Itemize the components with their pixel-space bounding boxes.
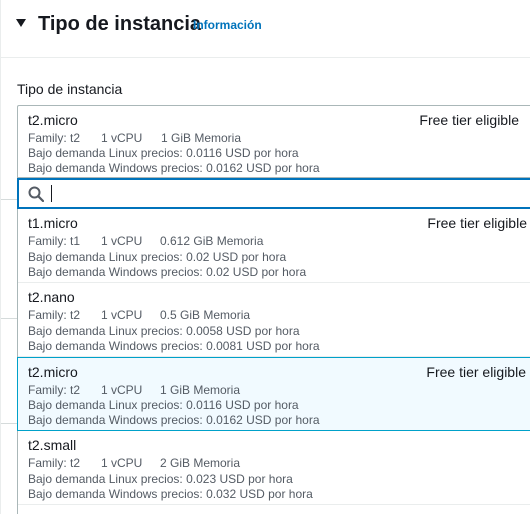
vcpu-text: 1 vCPU <box>101 131 143 145</box>
vcpu-text: 1 vCPU <box>101 383 143 397</box>
windows-price: Bajo demanda Windows precios: 0.032 USD … <box>28 487 313 501</box>
linux-price: Bajo demanda Linux precios: 0.02 USD por… <box>28 250 287 264</box>
linux-price: Bajo demanda Linux precios: 0.0058 USD p… <box>28 324 300 338</box>
memory-text: 0.612 GiB Memoria <box>160 234 264 248</box>
free-tier-label: Free tier eligible <box>426 364 526 380</box>
section-title[interactable]: Tipo de instancia <box>38 11 201 37</box>
instance-specs: Family: t2 1 vCPU 1 GiB Memoria <box>28 131 241 145</box>
option-name: t2.micro <box>28 364 78 380</box>
vcpu-text: 1 vCPU <box>101 234 143 248</box>
family-text: Family: t2 <box>28 383 81 397</box>
instance-type-panel: Tipo de instancia Información Tipo de in… <box>0 0 530 514</box>
divider <box>1 199 17 200</box>
instance-specs: Family: t1 1 vCPU 0.612 GiB Memoria <box>28 234 263 248</box>
selected-name: t2.micro <box>28 112 78 128</box>
family-text: Family: t2 <box>28 456 81 470</box>
option-name: t2.small <box>28 437 77 453</box>
windows-price: Bajo demanda Windows precios: 0.02 USD p… <box>28 265 307 279</box>
divider <box>1 318 17 319</box>
instance-specs: Family: t2 1 vCPU 2 GiB Memoria <box>28 456 240 470</box>
list-item-selected[interactable]: t2.micro Free tier eligible Family: t2 1 … <box>17 357 530 431</box>
instance-specs: Family: t2 1 vCPU 0.5 GiB Memoria <box>28 308 250 322</box>
list-item[interactable]: t1.micro Free tier eligible Family: t1 1 … <box>18 209 530 283</box>
memory-text: 0.5 GiB Memoria <box>160 308 251 322</box>
section-header: Tipo de instancia Información <box>1 0 530 58</box>
family-text: Family: t1 <box>28 234 81 248</box>
divider <box>1 423 17 424</box>
family-text: Family: t2 <box>28 308 81 322</box>
option-name: t2.nano <box>28 289 75 305</box>
windows-price: Bajo demanda Windows precios: 0.0162 USD… <box>28 161 320 175</box>
windows-price: Bajo demanda Windows precios: 0.0162 USD… <box>28 413 320 427</box>
list-item[interactable]: t2.small Family: t2 1 vCPU 2 GiB Memoria B… <box>18 431 530 505</box>
field-label: Tipo de instancia <box>17 81 123 97</box>
caret-down-icon[interactable] <box>16 19 26 27</box>
instance-type-select[interactable]: t2.micro Free tier eligible Family: t2 1 … <box>17 105 530 178</box>
info-link[interactable]: Información <box>193 18 262 32</box>
instance-specs: Family: t2 1 vCPU 1 GiB Memoria <box>28 383 240 397</box>
text-cursor <box>51 185 52 202</box>
memory-text: 1 GiB Memoria <box>161 131 242 145</box>
memory-text: 1 GiB Memoria <box>160 383 241 397</box>
memory-text: 2 GiB Memoria <box>160 456 241 470</box>
linux-price: Bajo demanda Linux precios: 0.0116 USD p… <box>28 146 299 160</box>
list-item[interactable]: t2.nano Family: t2 1 vCPU 0.5 GiB Memoria … <box>18 283 530 357</box>
vcpu-text: 1 vCPU <box>101 456 143 470</box>
vcpu-text: 1 vCPU <box>101 308 143 322</box>
linux-price: Bajo demanda Linux precios: 0.023 USD po… <box>28 472 293 486</box>
family-text: Family: t2 <box>28 131 81 145</box>
options-list[interactable]: t1.micro Free tier eligible Family: t1 1 … <box>17 209 530 514</box>
option-name: t1.micro <box>28 215 78 231</box>
windows-price: Bajo demanda Windows precios: 0.0081 USD… <box>28 339 320 353</box>
linux-price: Bajo demanda Linux precios: 0.0116 USD p… <box>28 398 299 412</box>
free-tier-label: Free tier eligible <box>419 112 519 128</box>
free-tier-label: Free tier eligible <box>427 215 527 231</box>
search-input[interactable] <box>17 178 530 209</box>
search-icon <box>28 186 44 202</box>
